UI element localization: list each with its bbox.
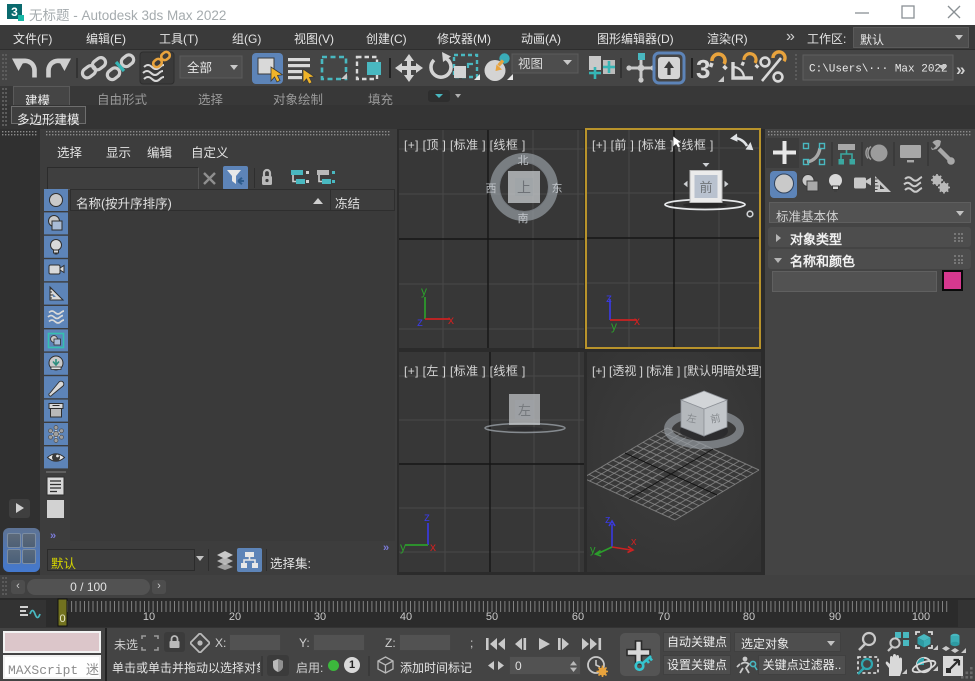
svg-text:y: y [611,319,617,333]
svg-text:»: » [956,60,965,79]
svg-text:y: y [590,544,596,556]
svg-text:3: 3 [11,5,18,19]
svg-text:0: 0 [59,613,65,625]
svg-text:z: z [424,510,430,524]
svg-text:z: z [606,291,612,305]
svg-text:z: z [605,514,611,526]
svg-text:C:\Users\··· Max 2022: C:\Users\··· Max 2022 [809,64,948,76]
svg-text:东: 东 [552,182,563,195]
svg-text:z: z [417,315,423,329]
svg-text:y: y [400,540,406,554]
svg-text:x: x [448,313,454,327]
svg-text:全部: 全部 [187,60,212,75]
svg-text:西: 西 [486,183,497,195]
svg-text:南: 南 [518,212,529,225]
svg-text:前: 前 [699,180,712,195]
svg-text:x: x [634,314,640,328]
svg-text:上: 上 [517,180,531,196]
svg-text:x: x [430,540,436,554]
svg-text:视图: 视图 [518,56,543,71]
svg-text:x: x [631,536,637,548]
svg-text:3: 3 [696,54,710,84]
svg-text:左: 左 [518,403,531,418]
svg-text:y: y [421,284,427,298]
svg-text:北: 北 [518,154,529,167]
